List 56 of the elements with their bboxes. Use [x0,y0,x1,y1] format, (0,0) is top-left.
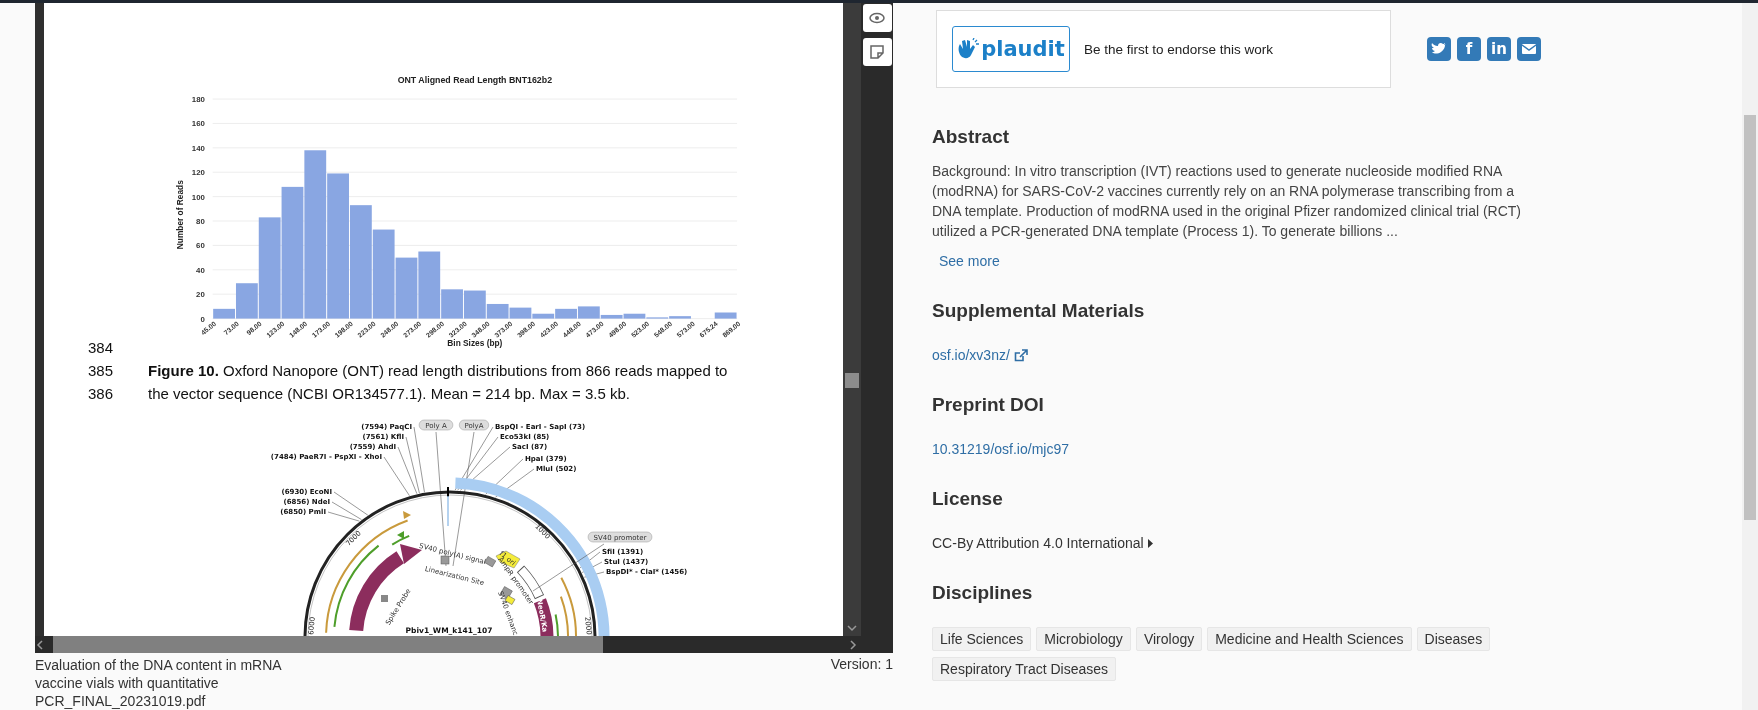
tick-label: 80 [196,216,205,226]
note-icon [870,45,884,59]
endorse-text: Be the first to endorse this work [1084,41,1274,57]
chart-bar [714,312,737,319]
tick-label: 60 [196,241,205,251]
line-number: 384 [88,338,115,357]
note-button[interactable] [862,38,892,66]
line-number: 385 [88,361,115,380]
section-heading: License [932,487,1004,511]
eye-button[interactable] [862,4,892,32]
supplemental-link[interactable]: osf.io/xv3nz/ [932,345,1010,365]
doi-link[interactable]: 10.31219/osf.io/mjc97 [932,441,1069,457]
version-label: Version: 1 [830,656,893,674]
tick-label: 180 [191,95,205,104]
share-icon[interactable]: in [1487,37,1511,61]
share-icon[interactable]: f [1457,37,1481,61]
scroll-down-icon[interactable] [847,624,857,632]
tick-label: 140 [191,143,205,153]
scroll-left-icon[interactable] [36,639,44,650]
tick-label: 120 [191,168,205,178]
chart-title: ONT Aligned Read Length BNT162b2 [397,75,553,86]
external-link-icon[interactable] [1013,348,1028,362]
section-heading: Disciplines [932,581,1034,605]
abstract-text: Background: In vitro transcription (IVT) reactions used to generate nucleoside modified RNA (modRNA) for SARS-CoV-2 vaccines currently rely on an RNA polymerase transcribing from a DNA template. Production of modRNA used in the original Pfizer randomized clinical trial (RCT) utilized a PCR-generated DNA template (Process 1). To generate billions ... [932,162,1523,241]
eye-icon [869,12,885,24]
mail-icon[interactable] [1517,37,1541,61]
bird-icon[interactable] [1427,37,1451,61]
section-heading: Supplemental Materials [932,299,1146,323]
tick-label: 100 [191,192,205,202]
discipline-tag[interactable]: Diseases [1416,627,1491,651]
tick-label: 20 [196,290,205,300]
section-heading: Preprint DOI [932,393,1045,417]
scroll-right-icon[interactable] [849,639,857,650]
discipline-tag[interactable]: Respiratory Tract Diseases [932,657,1117,681]
section-heading: Abstract [932,125,1011,149]
axis-label: Number of Reads [175,180,186,250]
caption-text: Figure 10. Oxford Nanopore (ONT) read length distributions from 866 reads mapped to [148,361,729,380]
see-more-link[interactable]: See more [939,251,1000,271]
license-text[interactable]: CC-By Attribution 4.0 International [932,533,1144,553]
discipline-tag[interactable]: Medicine and Health Sciences [1207,627,1412,651]
caption-text: the vector sequence (NCBI OR134577.1). Mean = 214 bp. Max = 3.5 kb. [148,384,631,403]
discipline-tag[interactable]: Life Sciences [932,627,1032,651]
hand-icon [957,38,980,60]
scrollbar-thumb[interactable] [1744,115,1756,520]
line-number: 386 [88,384,115,403]
plaudit-button[interactable]: plaudit [952,26,1070,72]
file-name: Evaluation of the DNA content in mRNA vaccine vials with quantitative PCR_FINAL_20231019.pdf [35,656,283,710]
scrollbar-thumb[interactable] [845,373,859,388]
caret-icon[interactable] [1147,538,1153,548]
tick-label: 0 [200,314,205,324]
discipline-tag[interactable]: Virology [1135,627,1203,651]
scrollbar-thumb[interactable] [53,636,603,653]
discipline-tag[interactable]: Microbiology [1036,627,1131,651]
tick-label: 160 [191,119,205,129]
axis-label: Bin Sizes (bp) [447,338,503,348]
tick-label: 40 [196,265,205,275]
